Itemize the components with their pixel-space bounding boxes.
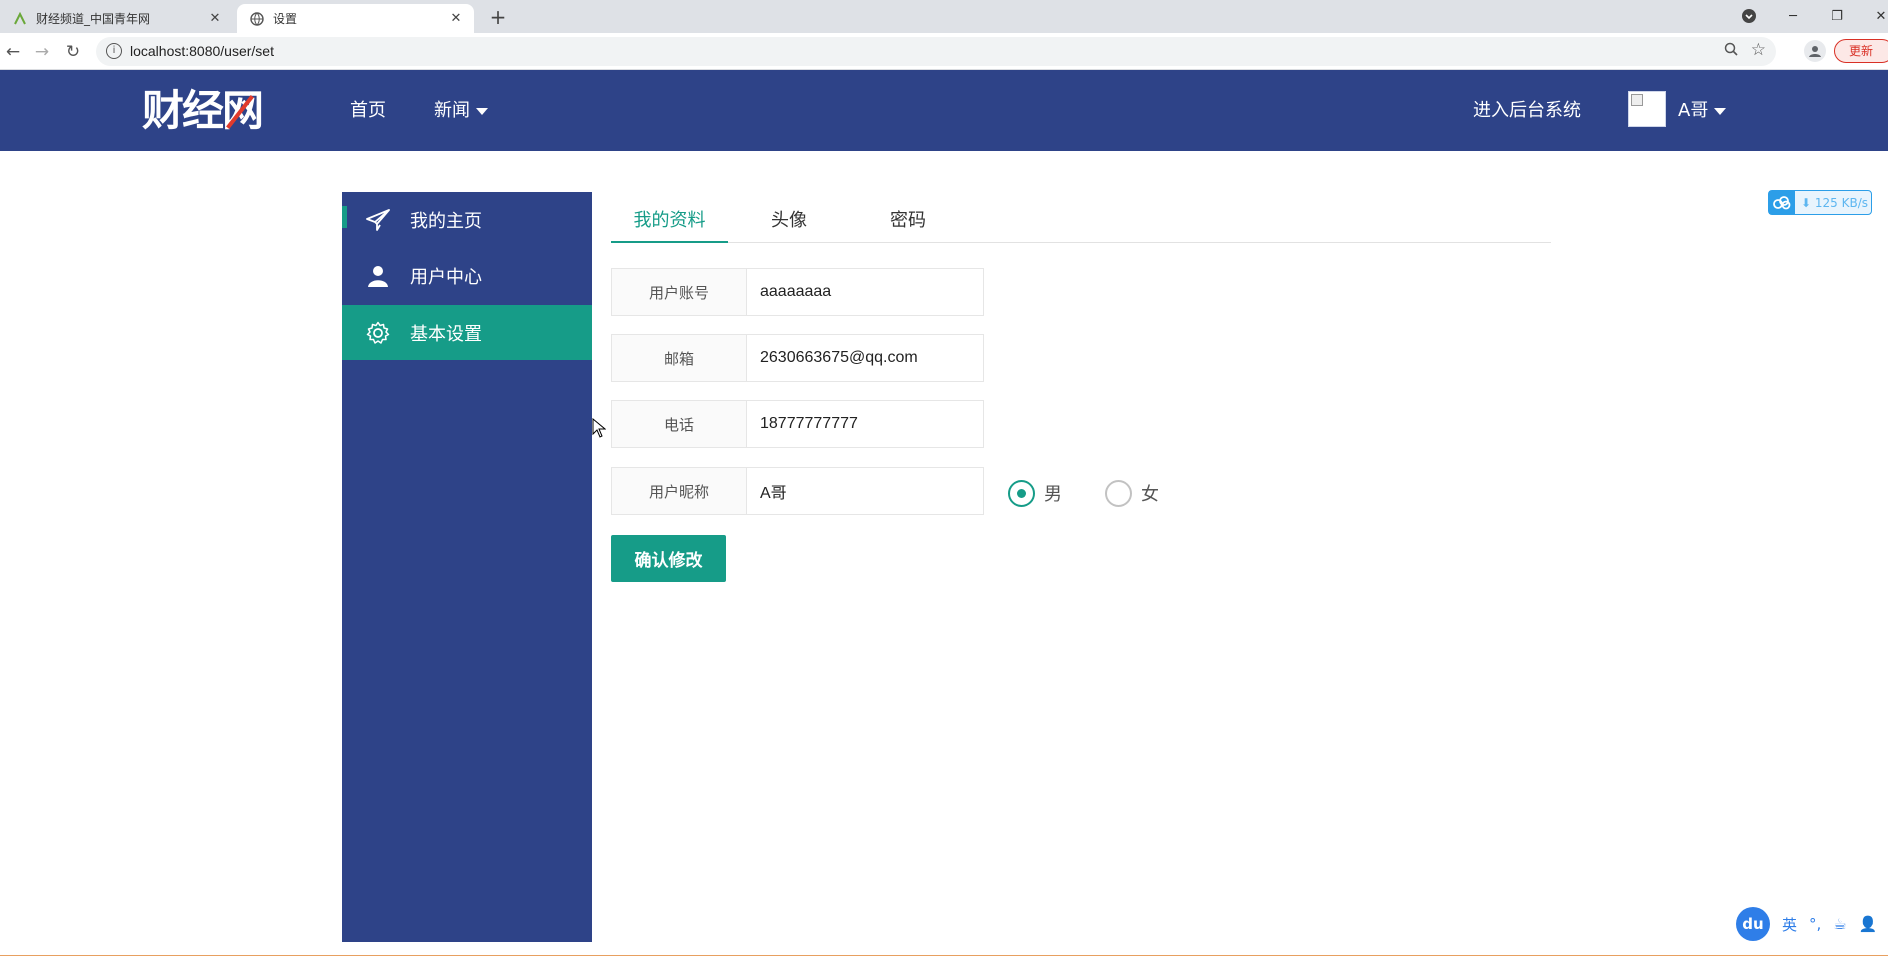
cloud-icon (1769, 191, 1795, 214)
account-label: 用户账号 (612, 269, 747, 315)
browser-update-button[interactable]: 更新 (1834, 39, 1888, 63)
download-speed-widget[interactable]: ⬇ 125 KB/s (1768, 190, 1872, 215)
gender-female-radio[interactable]: 女 (1105, 478, 1159, 508)
tab-close-icon[interactable]: ✕ (446, 9, 466, 29)
email-field[interactable]: 2630663675@qq.com (747, 335, 983, 381)
address-bar[interactable]: i localhost:8080/user/set ☆ (96, 37, 1776, 66)
account-field[interactable]: aaaaaaaa (747, 269, 983, 315)
sidebar-item-label: 我的主页 (410, 210, 482, 232)
user-avatar[interactable] (1628, 91, 1666, 127)
site-header: 财经网 首页 新闻 进入后台系统 A哥 (0, 70, 1888, 151)
confirm-modify-button[interactable]: 确认修改 (611, 535, 726, 582)
radio-unchecked-icon (1105, 479, 1132, 507)
url-text: localhost:8080/user/set (130, 43, 274, 59)
new-tab-icon[interactable]: + (486, 5, 510, 29)
sidebar-item-user-center[interactable]: 用户中心 (342, 248, 592, 303)
sidebar-item-label: 用户中心 (410, 266, 482, 288)
globe-icon (249, 11, 265, 27)
sidebar-item-label: 基本设置 (410, 323, 482, 345)
sidebar: 我的主页 用户中心 基本设置 (342, 192, 592, 942)
site-logo[interactable]: 财经网 (142, 88, 274, 134)
download-speed-value: 125 KB/s (1814, 195, 1868, 210)
admin-system-link[interactable]: 进入后台系统 (1473, 96, 1581, 122)
gear-icon (364, 319, 392, 347)
bookmark-star-icon[interactable]: ☆ (1751, 40, 1766, 60)
minimize-icon[interactable]: ─ (1778, 4, 1808, 28)
phone-row: 电话 18777777777 (611, 400, 984, 448)
nickname-row: 用户昵称 A哥 (611, 467, 984, 515)
nickname-label: 用户昵称 (612, 468, 747, 514)
ime-mode-toggle[interactable]: 英 (1782, 914, 1797, 935)
download-speed-text: ⬇ 125 KB/s (1801, 195, 1868, 210)
ime-toolbar: du 英 °, ☕ 👤 (1736, 906, 1888, 942)
browser-tab-strip: 财经频道_中国青年网 ✕ 设置 ✕ + ─ ❐ ✕ (0, 0, 1888, 33)
tab-search-icon[interactable] (1734, 4, 1764, 28)
tab-title: 财经频道_中国青年网 (36, 12, 151, 26)
broken-image-icon (1631, 94, 1643, 106)
sidebar-hover-indicator (342, 206, 347, 228)
user-menu-dropdown[interactable]: A哥 (1678, 96, 1727, 122)
ime-cup-icon[interactable]: ☕ (1833, 915, 1846, 933)
tab-password[interactable]: 密码 (872, 206, 944, 243)
account-row: 用户账号 aaaaaaaa (611, 268, 984, 316)
sidebar-item-basic-settings[interactable]: 基本设置 (342, 305, 592, 360)
restore-icon[interactable]: ❐ (1822, 4, 1852, 28)
gender-female-label: 女 (1141, 484, 1159, 505)
address-toolbar: ← → ↻ i localhost:8080/user/set ☆ 更新 (0, 33, 1888, 70)
ime-punctuation-toggle[interactable]: °, (1809, 915, 1821, 933)
browser-tab-finance[interactable]: 财经频道_中国青年网 ✕ (0, 4, 233, 33)
site-info-icon[interactable]: i (106, 43, 122, 59)
tab-close-icon[interactable]: ✕ (205, 9, 225, 29)
ime-logo[interactable]: du (1736, 907, 1770, 941)
profile-avatar-icon[interactable] (1804, 40, 1826, 62)
zoom-icon[interactable] (1724, 42, 1738, 60)
tab-avatar[interactable]: 头像 (753, 206, 825, 243)
site-favicon-icon (12, 11, 28, 27)
ime-user-icon[interactable]: 👤 (1859, 915, 1878, 933)
nav-home-link[interactable]: 首页 (350, 96, 386, 122)
mouse-cursor-icon (592, 417, 607, 442)
gender-male-radio[interactable]: 男 (1008, 478, 1062, 508)
gender-male-label: 男 (1044, 484, 1062, 505)
phone-field[interactable]: 18777777777 (747, 401, 983, 447)
settings-tabs: 我的资料 头像 密码 (611, 200, 1551, 243)
nickname-field[interactable]: A哥 (747, 468, 983, 514)
nav-news-label: 新闻 (434, 100, 470, 121)
caret-down-icon (476, 107, 488, 115)
email-label: 邮箱 (612, 335, 747, 381)
window-close-icon[interactable]: ✕ (1866, 4, 1888, 28)
caret-down-icon (1714, 107, 1727, 115)
logo-text: 财经网 (142, 86, 264, 135)
browser-tab-settings[interactable]: 设置 ✕ (237, 4, 474, 33)
page-bottom-border (0, 955, 1888, 956)
username-label: A哥 (1678, 100, 1709, 121)
reload-icon[interactable]: ↻ (60, 39, 86, 65)
tab-my-profile[interactable]: 我的资料 (611, 206, 728, 243)
radio-checked-icon (1008, 479, 1035, 507)
sidebar-item-my-homepage[interactable]: 我的主页 (342, 192, 592, 247)
user-icon (364, 262, 392, 290)
paper-plane-icon (364, 206, 392, 234)
forward-icon[interactable]: → (29, 39, 55, 65)
back-icon[interactable]: ← (0, 39, 26, 65)
phone-label: 电话 (612, 401, 747, 447)
email-row: 邮箱 2630663675@qq.com (611, 334, 984, 382)
tab-title: 设置 (273, 12, 298, 26)
nav-news-dropdown[interactable]: 新闻 (434, 96, 488, 122)
